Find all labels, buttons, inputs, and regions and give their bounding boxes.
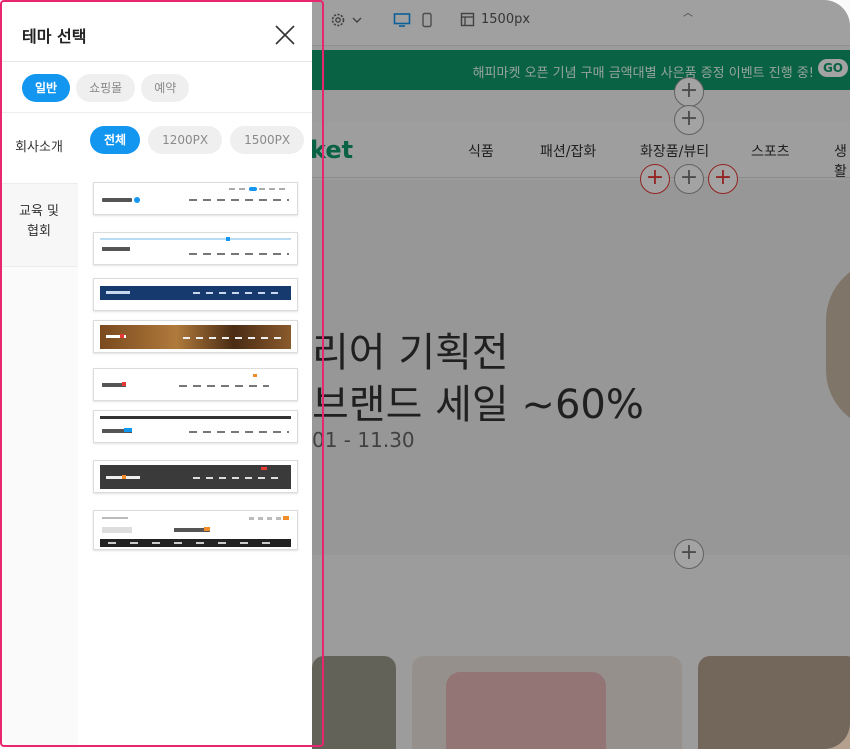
thumbnail-logo: [106, 291, 130, 294]
thumbnail-topbar: [102, 517, 128, 519]
theme-thumbnail[interactable]: [93, 182, 298, 215]
thumbnail-topbar: [229, 188, 289, 190]
thumbnail-logo-mark: [120, 334, 124, 338]
thumbnail-band: [100, 416, 291, 419]
thumbnail-logo-mark: [122, 382, 126, 386]
thumbnail-logo-mark: [122, 475, 126, 479]
thumbnail-logo-mark: [124, 428, 132, 432]
theme-thumbnail[interactable]: [93, 510, 298, 550]
tab-reservation[interactable]: 예약: [141, 74, 190, 102]
thumbnail-menu: [179, 385, 269, 387]
thumbnail-search: [102, 527, 132, 533]
tab-general[interactable]: 일반: [22, 74, 71, 102]
theme-sidebar: 회사소개 교육 및 협회: [0, 113, 78, 749]
thumbnail-logo-mark: [134, 197, 140, 203]
panel-title: 테마 선택: [22, 27, 87, 46]
thumbnail-badge: [226, 237, 230, 241]
thumbnail-logo: [102, 247, 130, 251]
thumbnail-badge: [249, 187, 257, 191]
close-icon[interactable]: [272, 22, 298, 48]
thumbnail-band: [100, 238, 291, 240]
size-tab-all[interactable]: 전체: [90, 126, 141, 154]
thumbnail-menu: [193, 477, 283, 479]
theme-thumbnail[interactable]: [93, 460, 298, 493]
thumbnail-menu: [189, 199, 289, 201]
theme-thumbnail[interactable]: [93, 278, 298, 311]
theme-thumbnail[interactable]: [93, 368, 298, 401]
thumbnail-menu: [108, 542, 284, 544]
theme-thumbnail[interactable]: [93, 232, 298, 265]
theme-select-panel: 테마 선택 일반 쇼핑몰 예약 회사소개 교육 및 협회 전체 1200PX 15…: [0, 0, 312, 749]
size-tab-1500[interactable]: 1500PX: [230, 126, 305, 154]
size-filter-tabs: 전체 1200PX 1500PX: [90, 126, 305, 154]
thumbnail-menu: [183, 337, 283, 339]
category-tabs: 일반 쇼핑몰 예약: [22, 74, 190, 102]
tab-shopping-mall[interactable]: 쇼핑몰: [76, 74, 136, 102]
theme-thumbnail[interactable]: [93, 410, 298, 443]
thumbnail-badge: [283, 516, 289, 520]
size-tab-1200[interactable]: 1200PX: [148, 126, 223, 154]
thumbnail-menu: [189, 253, 289, 255]
panel-header: 테마 선택: [0, 0, 312, 62]
sidebar-item-education[interactable]: 교육 및 협회: [0, 183, 78, 267]
sidebar-item-company[interactable]: 회사소개: [0, 113, 78, 183]
thumbnail-badge: [261, 467, 267, 470]
thumbnail-logo-mark: [204, 527, 210, 531]
thumbnail-badge: [253, 374, 257, 377]
sidebar-background: [0, 267, 78, 749]
thumbnail-menu: [193, 292, 283, 294]
thumbnail-logo: [102, 198, 132, 202]
theme-thumbnail[interactable]: [93, 320, 298, 353]
thumbnail-menu: [189, 431, 289, 433]
